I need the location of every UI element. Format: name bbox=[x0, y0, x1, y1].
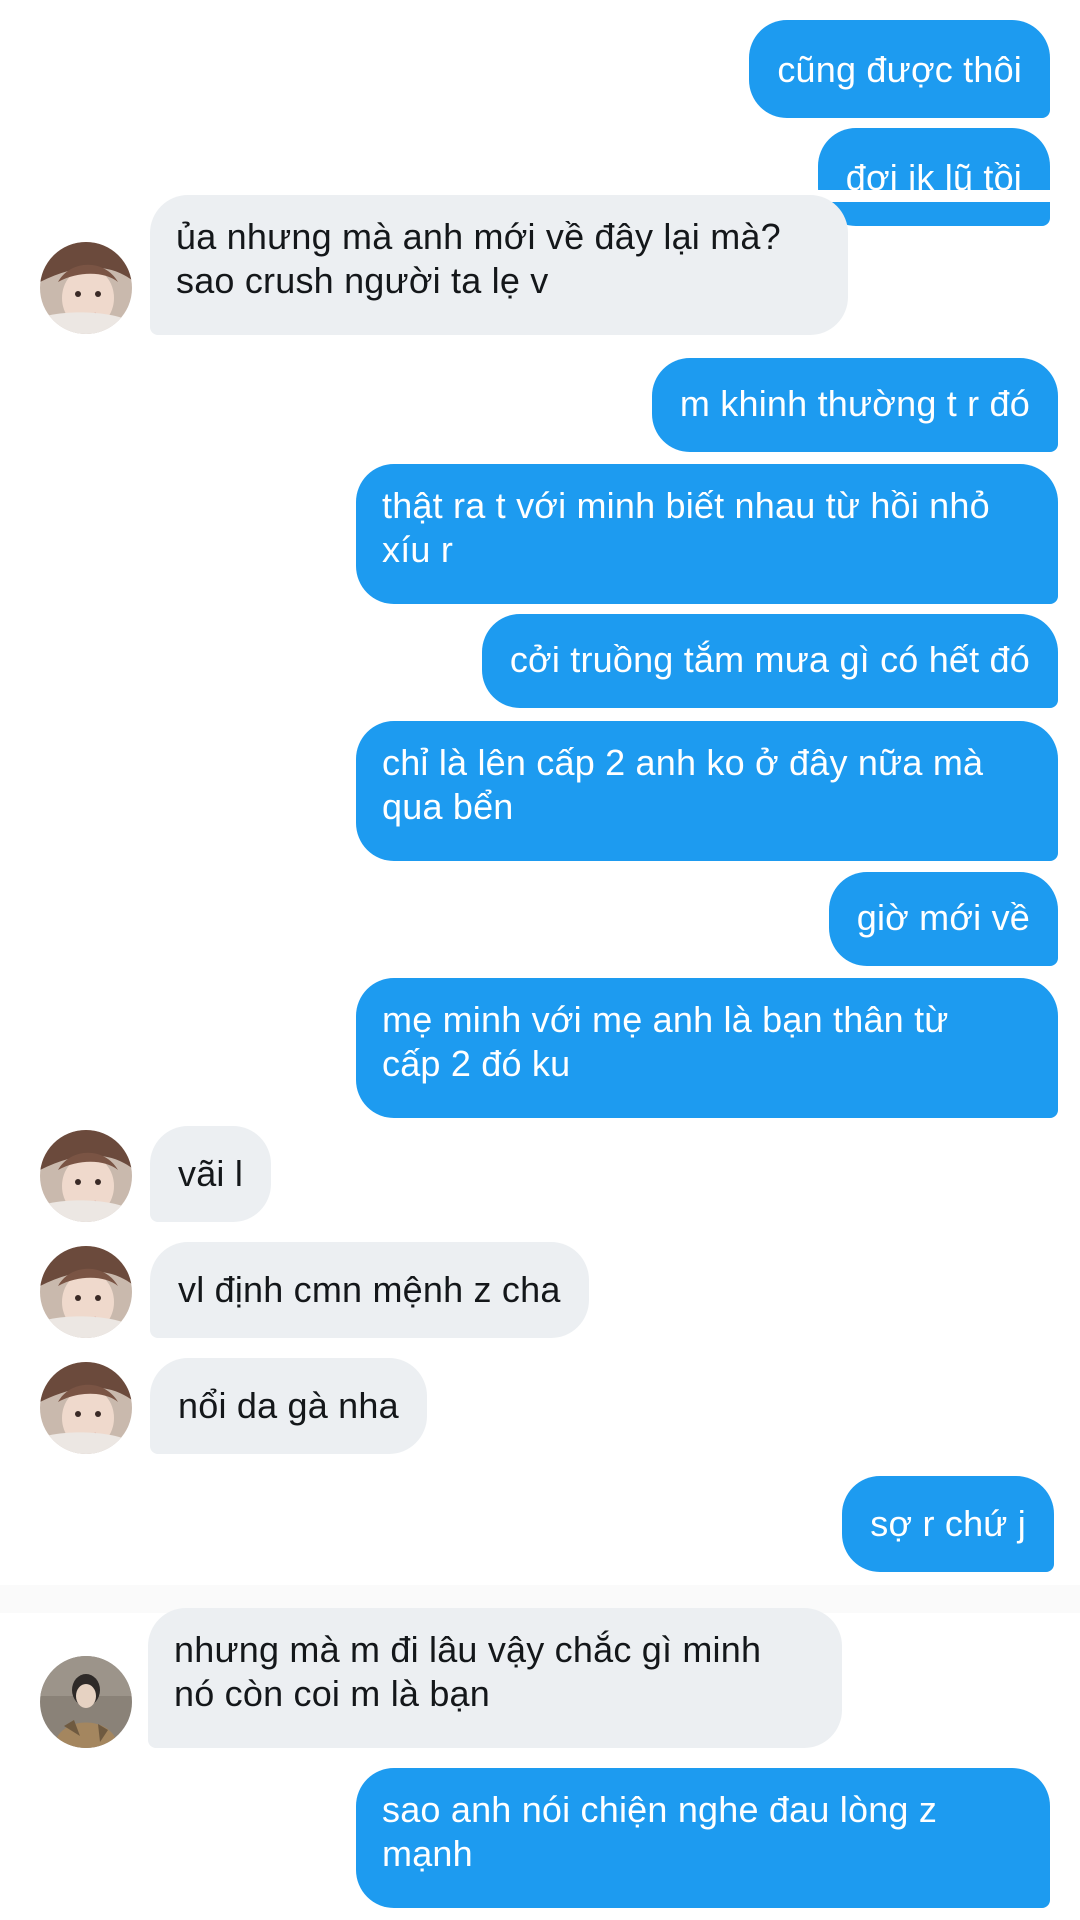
user-avatar[interactable] bbox=[40, 1246, 132, 1338]
message-incoming[interactable]: nổi da gà nha bbox=[150, 1358, 427, 1454]
avatar-1-icon bbox=[40, 1130, 132, 1222]
user-avatar[interactable] bbox=[40, 1362, 132, 1454]
user-avatar[interactable] bbox=[40, 1130, 132, 1222]
avatar-2-icon bbox=[40, 1656, 132, 1748]
message-outgoing[interactable]: m khinh thường t r đó bbox=[651, 358, 1058, 452]
message-outgoing[interactable]: giờ mới về bbox=[828, 872, 1058, 966]
chat-thread: cũng được thôi đợi ik lũ tồi ủa nhưng mà… bbox=[0, 0, 1080, 1920]
message-outgoing[interactable]: sợ r chứ j bbox=[842, 1476, 1054, 1572]
message-outgoing[interactable]: chỉ là lên cấp 2 anh ko ở đây nữa mà qua… bbox=[356, 721, 1058, 861]
message-outgoing[interactable]: mẹ minh với mẹ anh là bạn thân từ cấp 2 … bbox=[356, 978, 1058, 1118]
message-outgoing[interactable]: cũng được thôi bbox=[749, 20, 1050, 118]
user-avatar[interactable] bbox=[40, 1656, 132, 1748]
message-incoming[interactable]: vl định cmn mệnh z cha bbox=[150, 1242, 589, 1338]
message-outgoing[interactable]: đợi ik lũ tồi bbox=[817, 128, 1050, 226]
avatar-1-icon bbox=[40, 1246, 132, 1338]
message-incoming[interactable]: nhưng mà m đi lâu vậy chắc gì minh nó cò… bbox=[148, 1608, 842, 1748]
avatar-1-icon bbox=[40, 1362, 132, 1454]
avatar-1-icon bbox=[40, 242, 132, 334]
message-incoming[interactable]: vãi l bbox=[150, 1126, 272, 1222]
user-avatar[interactable] bbox=[40, 242, 132, 334]
message-incoming[interactable]: ủa nhưng mà anh mới về đây lại mà? sao c… bbox=[150, 195, 848, 335]
message-outgoing[interactable]: thật ra t với minh biết nhau từ hồi nhỏ … bbox=[356, 464, 1058, 604]
message-outgoing[interactable]: cởi truồng tắm mưa gì có hết đó bbox=[481, 614, 1058, 708]
message-outgoing[interactable]: sao anh nói chiện nghe đau lòng z mạnh bbox=[356, 1768, 1050, 1908]
